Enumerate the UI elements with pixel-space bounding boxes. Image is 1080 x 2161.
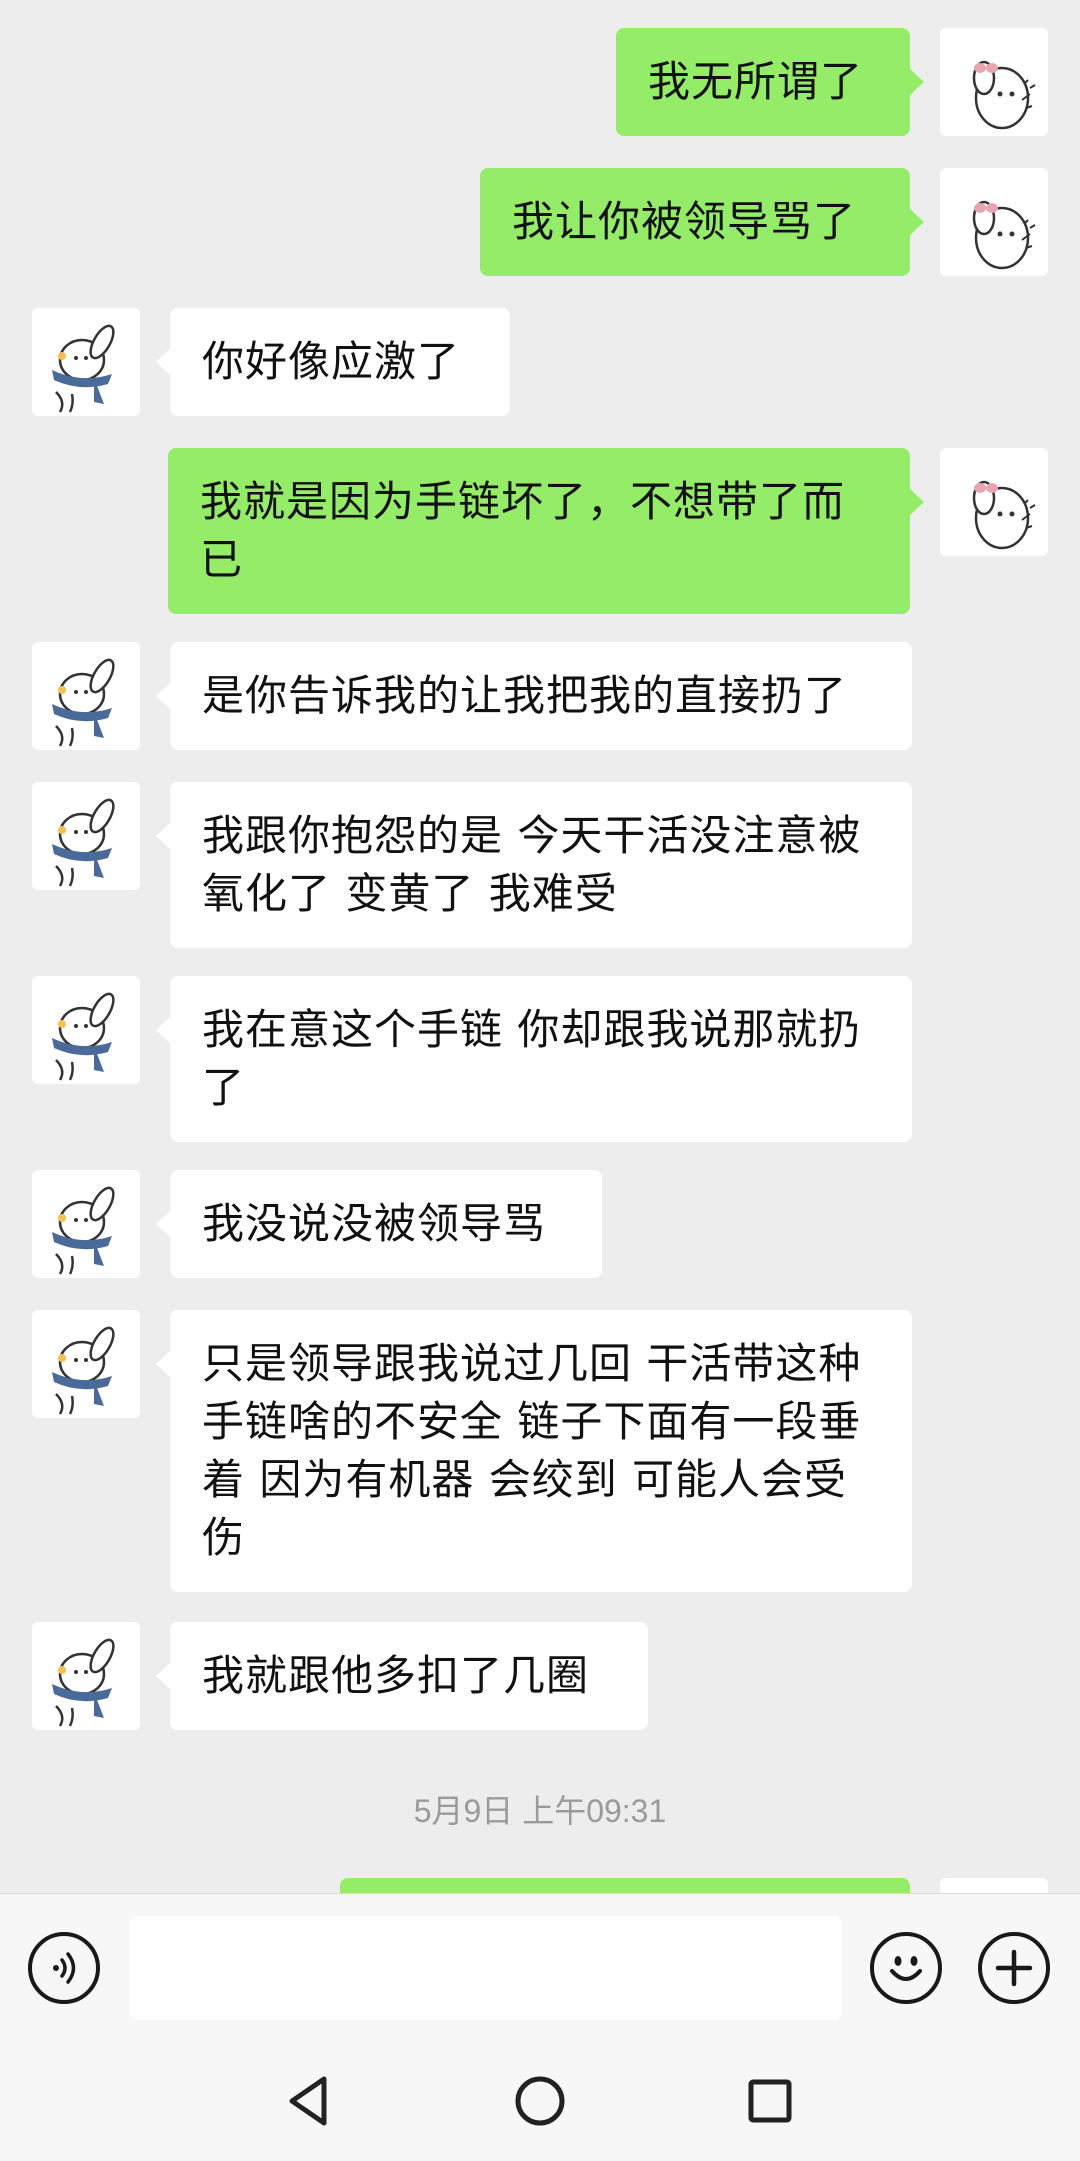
contact-avatar[interactable] (32, 1310, 140, 1418)
emoji-icon (890, 1956, 922, 1981)
message-bubble-peer[interactable]: 是你告诉我的让我把我的直接扔了 (156, 642, 912, 750)
message-bubble-peer[interactable]: 只是领导跟我说过几回 干活带这种手链啥的不安全 链子下面有一段垂着 因为有机器 … (156, 1310, 912, 1592)
message-bubble-me[interactable]: 我让你被领导骂了 (480, 168, 924, 276)
voice-input-button[interactable] (28, 1932, 100, 2004)
contact-avatar[interactable] (32, 782, 140, 890)
nav-recents-button[interactable] (710, 2041, 830, 2161)
more-options-button[interactable] (978, 1932, 1050, 2004)
contact-avatar[interactable] (32, 642, 140, 750)
message-bubble-peer[interactable]: 我在意这个手链 你却跟我说那就扔了 (156, 976, 912, 1142)
nav-home-button[interactable] (480, 2041, 600, 2161)
message-bubble-me[interactable]: 我无所谓了 (616, 28, 924, 136)
message-bubble-me-partial[interactable] (340, 1878, 910, 1893)
home-circle-icon (515, 2076, 565, 2126)
message-bubble-peer[interactable]: 我没说没被领导骂 (156, 1170, 602, 1278)
back-triangle-icon (289, 2076, 327, 2126)
plus-icon (995, 1949, 1033, 1987)
chat-messages-area[interactable]: 我无所谓了 我让你被领导骂了 你好像应激了 我就是因为手链坏了，不想带了而已 是… (0, 0, 1080, 1893)
message-text: 我在意这个手链 你却跟我说那就扔了 (202, 1005, 862, 1112)
message-bubble-peer[interactable]: 你好像应激了 (156, 308, 510, 416)
message-text: 你好像应激了 (202, 337, 461, 386)
contact-avatar[interactable] (32, 976, 140, 1084)
my-avatar[interactable] (940, 448, 1048, 556)
my-avatar[interactable] (940, 168, 1048, 276)
message-bubble-peer[interactable]: 我就跟他多扣了几圈 (156, 1622, 648, 1730)
message-text: 我就是因为手链坏了，不想带了而已 (200, 477, 846, 584)
voice-input-icon (53, 1952, 76, 1984)
message-timestamp: 5月9日 上午09:31 (413, 1793, 667, 1829)
message-text: 只是领导跟我说过几回 干活带这种手链啥的不安全 链子下面有一段垂着 因为有机器 … (202, 1339, 862, 1562)
nav-back-button[interactable] (248, 2041, 368, 2161)
message-text: 我无所谓了 (648, 57, 864, 106)
contact-avatar[interactable] (32, 1622, 140, 1730)
message-text: 我就跟他多扣了几圈 (202, 1651, 590, 1700)
message-text: 我让你被领导骂了 (512, 197, 857, 246)
contact-avatar[interactable] (32, 308, 140, 416)
emoji-button[interactable] (870, 1932, 942, 2004)
contact-avatar[interactable] (32, 1170, 140, 1278)
message-input-bar (0, 1893, 1080, 2041)
message-text-input[interactable] (130, 1916, 842, 2020)
system-navigation-bar (0, 2041, 1080, 2161)
message-text: 我跟你抱怨的是 今天干活没注意被氧化了 变黄了 我难受 (202, 811, 862, 918)
message-text: 我没说没被领导骂 (202, 1199, 547, 1248)
message-bubble-me[interactable]: 我就是因为手链坏了，不想带了而已 (168, 448, 924, 614)
message-bubble-peer[interactable]: 我跟你抱怨的是 今天干活没注意被氧化了 变黄了 我难受 (156, 782, 912, 948)
recents-square-icon (748, 2079, 792, 2123)
my-avatar-partial[interactable] (940, 1878, 1048, 1893)
message-text: 是你告诉我的让我把我的直接扔了 (202, 671, 848, 720)
my-avatar[interactable] (940, 28, 1048, 136)
